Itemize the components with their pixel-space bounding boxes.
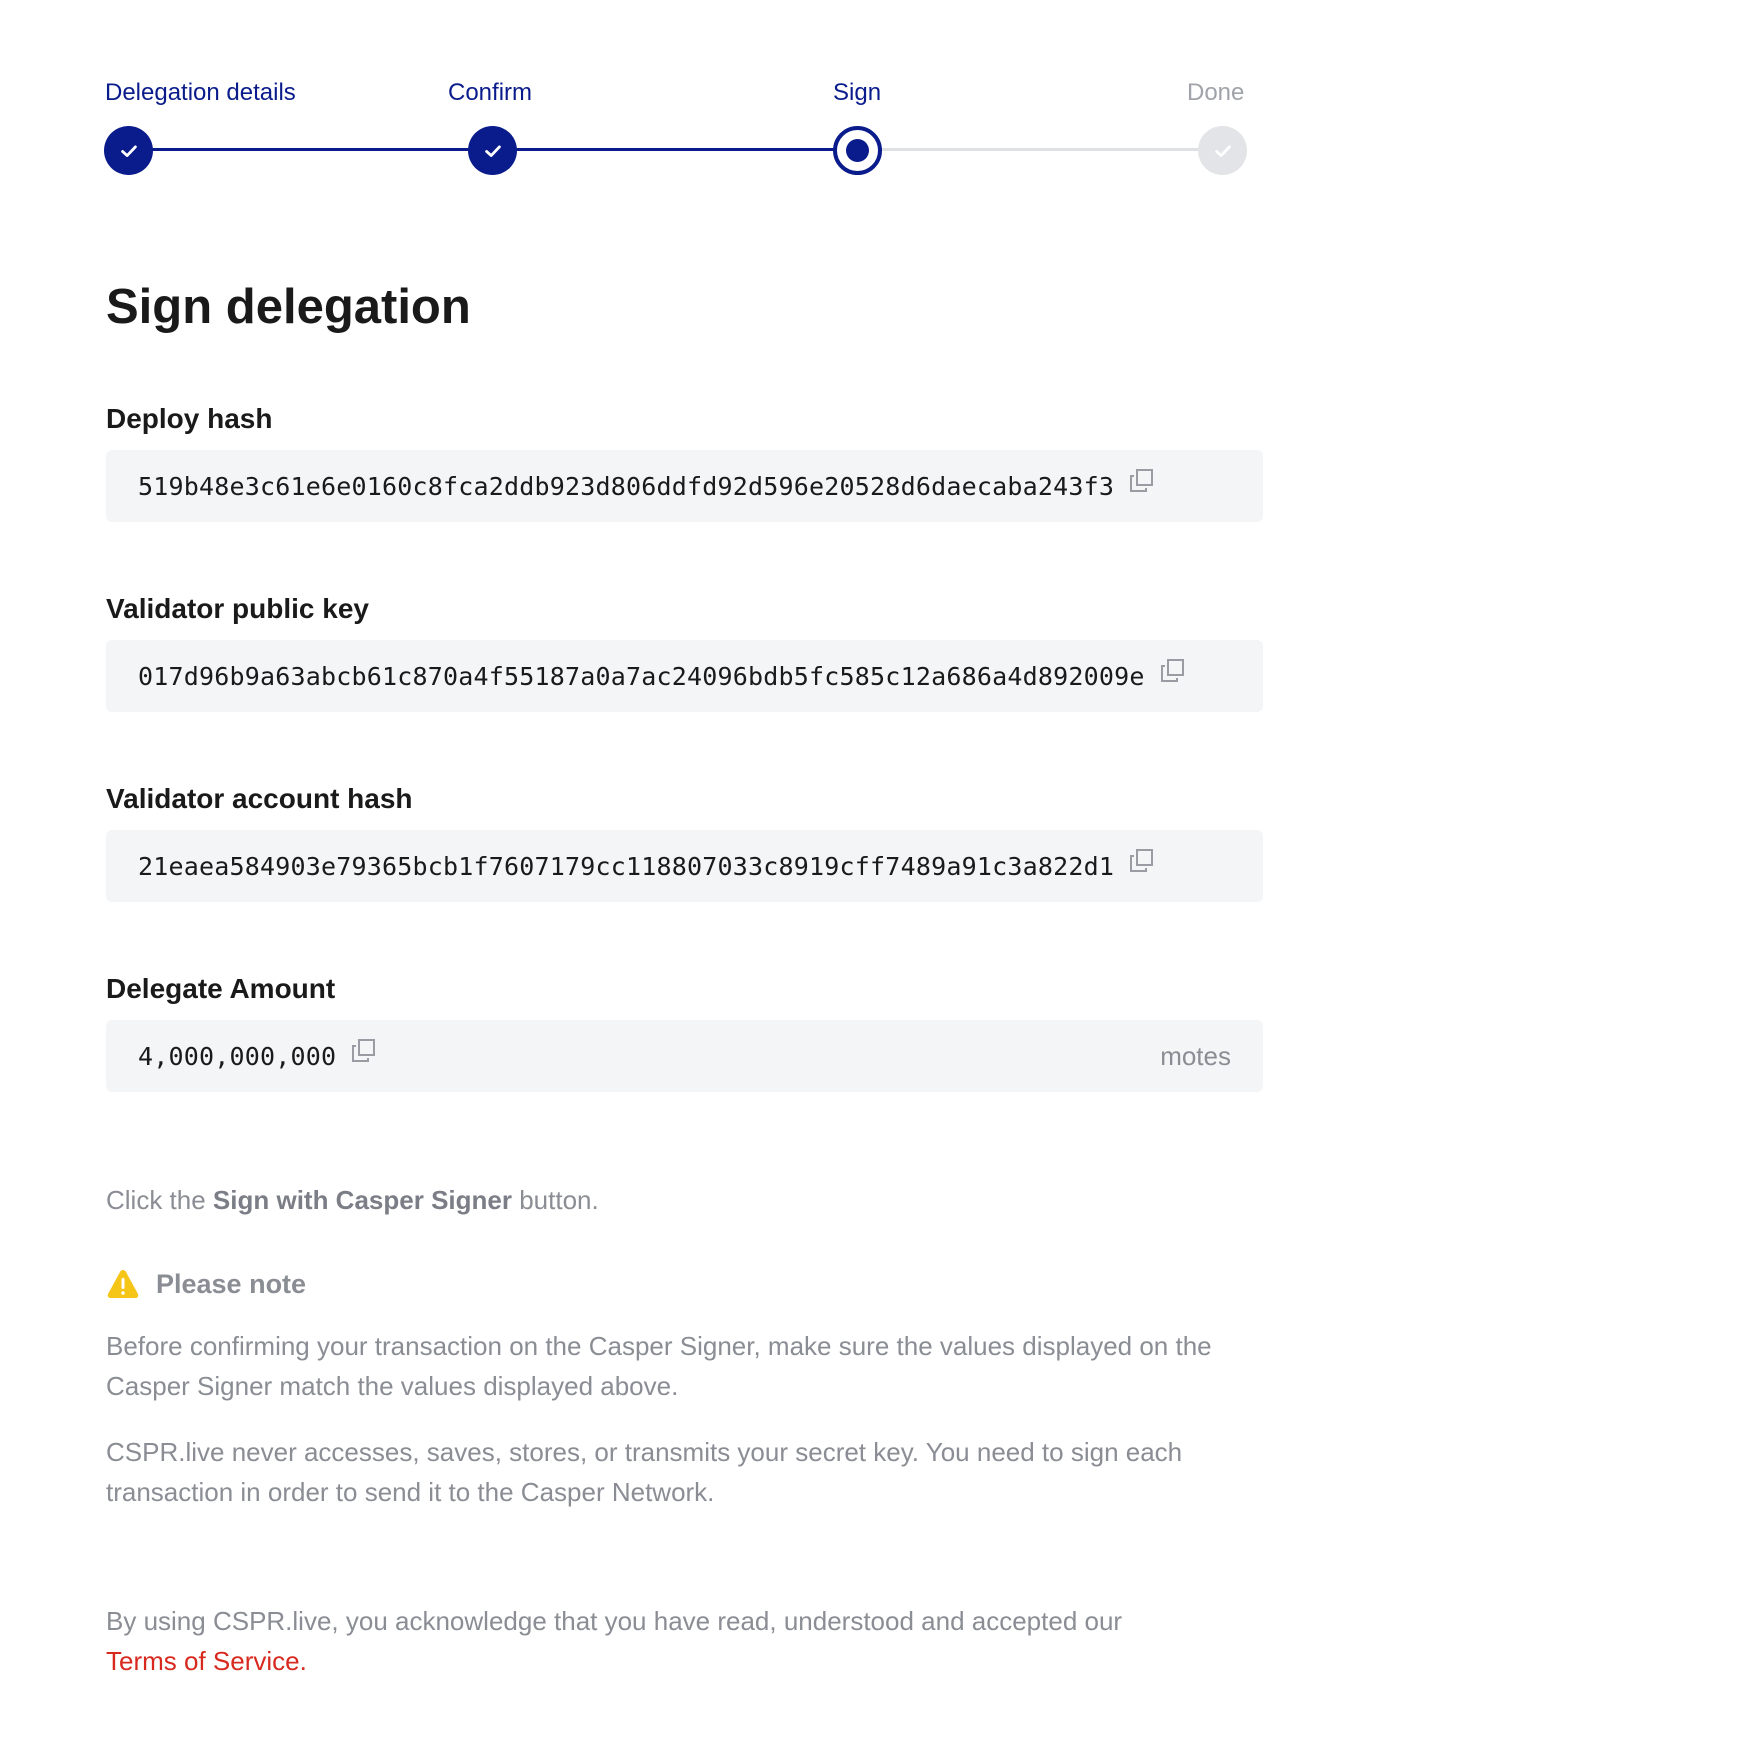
stepper-line-1 [150, 148, 480, 151]
please-note-label: Please note [156, 1268, 307, 1299]
step-dot-confirm [468, 126, 517, 175]
validator-account-hash-label: Validator account hash [106, 783, 413, 814]
stepper-line-3 [880, 148, 1210, 151]
step-label-confirm: Confirm [448, 79, 533, 106]
copy-icon[interactable] [1128, 848, 1154, 874]
deploy-hash-label: Deploy hash [106, 403, 273, 434]
step-label-sign: Sign [833, 79, 882, 106]
please-note-heading: Please note [106, 1266, 306, 1302]
note-paragraph-1: Before confirming your transaction on th… [106, 1331, 1212, 1401]
step-label-done: Done [1187, 79, 1245, 106]
step-dot-delegation-details [104, 126, 153, 175]
copy-icon[interactable] [1159, 658, 1185, 684]
sign-delegation-page: Delegation details Confirm Sign Done Sig… [0, 0, 1757, 1745]
warning-icon [106, 1268, 140, 1300]
sign-instructions: Click the Sign with Casper Signer button… [106, 1180, 599, 1220]
amount-unit: motes [1160, 1040, 1231, 1071]
terms-notice-text: By using CSPR.live, you acknowledge that… [106, 1606, 1123, 1636]
note-paragraph-2: CSPR.live never accesses, saves, stores,… [106, 1437, 1183, 1507]
checkmark-icon [484, 145, 501, 157]
delegate-amount-field: 4,000,000,000 motes [106, 1020, 1263, 1092]
validator-account-hash-field: 21eaea584903e79365bcb1f7607179cc11880703… [106, 830, 1263, 902]
terms-of-service-link[interactable]: Terms of Service. [106, 1646, 307, 1676]
step-dot-done [1198, 126, 1247, 175]
validator-public-key-field: 017d96b9a63abcb61c870a4f55187a0a7ac24096… [106, 640, 1263, 712]
validator-public-key-label: Validator public key [106, 593, 369, 624]
copy-icon[interactable] [350, 1038, 376, 1064]
instructions-button-name: Sign with Casper Signer [212, 1185, 512, 1215]
step-dot-sign [833, 126, 882, 175]
stepper-line-2 [515, 148, 845, 151]
delegate-amount-label: Delegate Amount [106, 973, 336, 1004]
step-label-delegation-details: Delegation details [105, 79, 296, 106]
delegate-amount-value: 4,000,000,000 [138, 1041, 337, 1071]
page-title: Sign delegation [106, 280, 471, 334]
validator-account-hash-value: 21eaea584903e79365bcb1f7607179cc11880703… [138, 851, 1115, 881]
validator-public-key-value: 017d96b9a63abcb61c870a4f55187a0a7ac24096… [138, 661, 1145, 691]
checkmark-icon [1214, 145, 1231, 157]
checkmark-icon [120, 145, 137, 157]
deploy-hash-field: 519b48e3c61e6e0160c8fca2ddb923d806ddfd92… [106, 450, 1263, 522]
deploy-hash-value: 519b48e3c61e6e0160c8fca2ddb923d806ddfd92… [138, 471, 1115, 501]
terms-notice: By using CSPR.live, you acknowledge that… [106, 1601, 1266, 1681]
current-step-indicator [846, 139, 869, 162]
copy-icon[interactable] [1128, 468, 1154, 494]
instructions-suffix: button. [511, 1185, 599, 1215]
progress-stepper: Delegation details Confirm Sign Done [0, 0, 1757, 200]
instructions-prefix: Click the [106, 1185, 213, 1215]
